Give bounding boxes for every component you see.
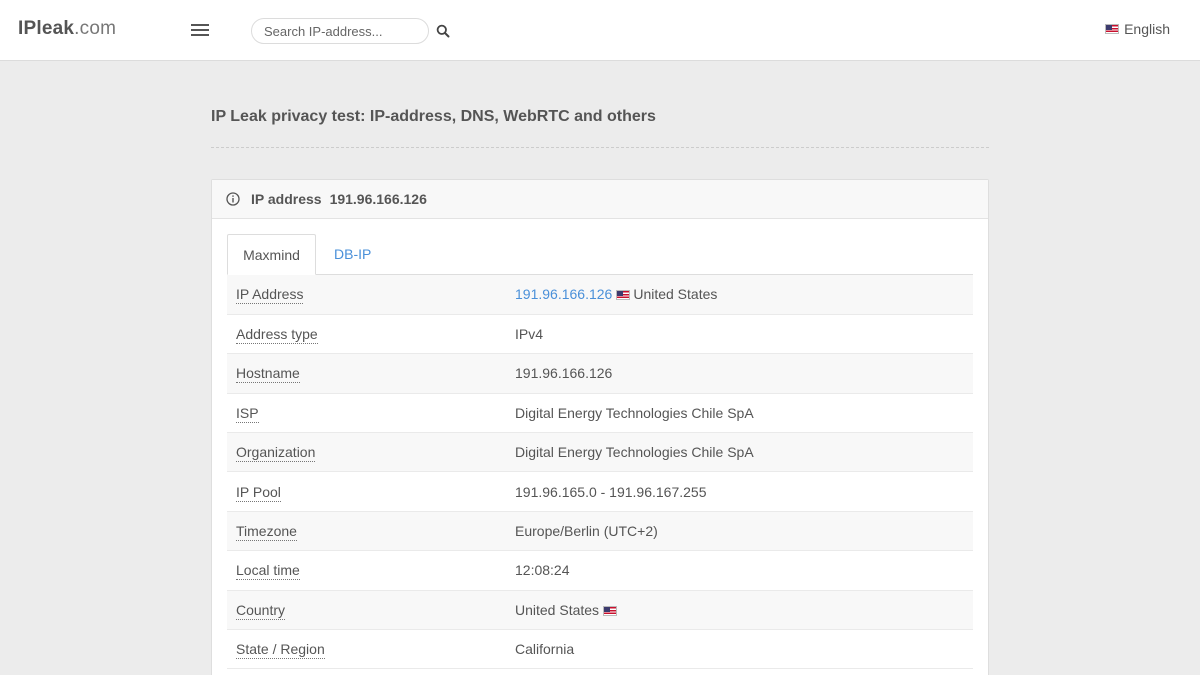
row-value-hostname: 191.96.166.126 — [506, 353, 973, 394]
row-value-country: United States — [515, 601, 600, 618]
row-key-organization: Organization — [236, 444, 316, 463]
us-flag-icon — [603, 605, 618, 616]
row-key-country: Country — [236, 601, 286, 620]
row-value-isp: Digital Energy Technologies Chile SpA — [506, 393, 973, 434]
language-label: English — [1124, 21, 1170, 37]
row-key-hostname: Hostname — [236, 365, 300, 384]
row-value-organization: Digital Energy Technologies Chile SpA — [506, 432, 973, 473]
card-header: IP address 191.96.166.126 — [212, 180, 988, 219]
row-key-timezone: Timezone — [236, 523, 297, 542]
tab-maxmind[interactable]: Maxmind — [227, 234, 316, 275]
card-header-ip: 191.96.166.126 — [329, 191, 427, 207]
page-title: IP Leak privacy test: IP-address, DNS, W… — [211, 108, 656, 125]
table-row: ISP Digital Energy Technologies Chile Sp… — [227, 393, 973, 434]
source-tabs: Maxmind DB-IP — [227, 234, 973, 275]
top-navbar: IPleak.com English — [0, 0, 1200, 61]
row-key-local-time: Local time — [236, 562, 300, 581]
site-logo[interactable]: IPleak.com — [18, 18, 116, 40]
table-row: IP Address 191.96.166.126 United States — [227, 275, 973, 315]
table-row: Address type IPv4 — [227, 314, 973, 355]
ip-address-link[interactable]: 191.96.166.126 — [515, 286, 612, 302]
language-selector[interactable]: English — [1105, 21, 1170, 37]
table-row: Country United States — [227, 590, 973, 631]
logo-main-text: IPleak — [18, 18, 75, 39]
row-value-ip-pool: 191.96.165.0 - 191.96.167.255 — [506, 471, 973, 512]
logo-domain-text: .com — [74, 18, 117, 39]
table-row: Organization Digital Energy Technologies… — [227, 432, 973, 473]
us-flag-icon — [616, 290, 631, 301]
table-row: Timezone Europe/Berlin (UTC+2) — [227, 511, 973, 552]
title-divider — [211, 147, 989, 148]
row-key-ip-pool: IP Pool — [236, 483, 281, 502]
table-row: Local time 12:08:24 — [227, 550, 973, 591]
row-value-state-region: California — [506, 629, 973, 670]
ip-country-text: United States — [633, 286, 718, 303]
hamburger-menu-icon[interactable] — [191, 24, 209, 36]
search-input[interactable] — [251, 18, 429, 44]
table-row: IP Pool 191.96.165.0 - 191.96.167.255 — [227, 471, 973, 512]
row-key-state-region: State / Region — [236, 641, 325, 660]
ip-info-table: IP Address 191.96.166.126 United States A… — [227, 275, 973, 670]
info-icon — [226, 192, 240, 206]
ip-address-card: IP address 191.96.166.126 Maxmind DB-IP … — [211, 179, 989, 675]
row-key-ip-address: IP Address — [236, 286, 304, 305]
table-row: Hostname 191.96.166.126 — [227, 353, 973, 394]
row-value-address-type: IPv4 — [506, 314, 973, 355]
tab-db-ip[interactable]: DB-IP — [334, 234, 371, 275]
search-icon[interactable] — [436, 24, 450, 38]
row-value-timezone: Europe/Berlin (UTC+2) — [506, 511, 973, 552]
row-key-address-type: Address type — [236, 326, 318, 345]
row-value-local-time: 12:08:24 — [506, 550, 973, 591]
card-header-label: IP address — [251, 191, 322, 207]
table-row: State / Region California — [227, 629, 973, 670]
us-flag-icon — [1105, 24, 1120, 34]
row-key-isp: ISP — [236, 404, 259, 423]
